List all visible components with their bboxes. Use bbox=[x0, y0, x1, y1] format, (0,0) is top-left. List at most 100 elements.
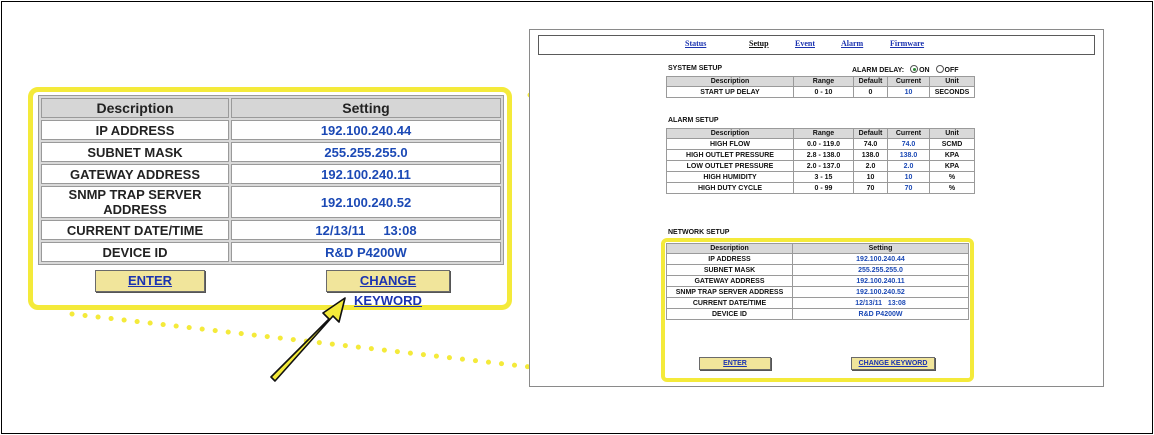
row-label: IP ADDRESS bbox=[41, 120, 229, 140]
col-description: Description bbox=[666, 76, 794, 87]
cell-current[interactable]: 2.0 bbox=[887, 160, 930, 172]
row-label: SUBNET MASK bbox=[41, 142, 229, 162]
cell-setting[interactable]: R&D P4200W bbox=[792, 308, 969, 320]
alarm-delay-off-radio[interactable] bbox=[935, 65, 944, 73]
setup-page-screenshot: Status Setup Event Alarm Firmware SYSTEM… bbox=[529, 29, 1104, 387]
table-row: HIGH FLOW 0.0 - 119.0 74.0 74.0 SCMD bbox=[666, 138, 975, 150]
nav-link-firmware[interactable]: Firmware bbox=[890, 39, 924, 48]
table-row: IP ADDRESS 192.100.240.44 bbox=[666, 253, 969, 265]
alarm-delay-off-label: OFF bbox=[944, 67, 959, 74]
nav-link-status[interactable]: Status bbox=[685, 39, 706, 48]
col-unit: Unit bbox=[929, 76, 975, 87]
cell-description: SUBNET MASK bbox=[666, 264, 793, 276]
cell-unit: % bbox=[929, 182, 975, 194]
cell-setting[interactable]: 192.100.240.44 bbox=[792, 253, 969, 265]
cell-range: 0 - 10 bbox=[793, 86, 854, 98]
cell-default: 70 bbox=[853, 182, 888, 194]
col-setting: Setting bbox=[792, 243, 969, 254]
cell-current[interactable]: 138.0 bbox=[887, 149, 930, 161]
snmp-trap-server-value[interactable]: 192.100.240.52 bbox=[231, 186, 501, 218]
alarm-delay-on-radio[interactable] bbox=[910, 65, 919, 73]
row-label: GATEWAY ADDRESS bbox=[41, 164, 229, 184]
cell-description: LOW OUTLET PRESSURE bbox=[666, 160, 794, 172]
mini-enter-button[interactable]: ENTER bbox=[699, 357, 771, 370]
alarm-setup-title: ALARM SETUP bbox=[668, 117, 719, 124]
cell-default: 74.0 bbox=[853, 138, 888, 150]
col-unit: Unit bbox=[929, 128, 975, 139]
mini-change-keyword-button[interactable]: CHANGE KEYWORD bbox=[851, 357, 935, 370]
table-row: START UP DELAY 0 - 10 0 10 SECONDS bbox=[666, 86, 975, 98]
row-label: SNMP TRAP SERVER ADDRESS bbox=[41, 186, 229, 218]
time-value: 13:08 bbox=[383, 222, 417, 238]
cell-default: 2.0 bbox=[853, 160, 888, 172]
cell-setting[interactable]: 192.100.240.52 bbox=[792, 286, 969, 298]
cell-default: 0 bbox=[853, 86, 888, 98]
alarm-delay-on-label: ON bbox=[919, 67, 930, 74]
col-range: Range bbox=[793, 76, 854, 87]
cell-default: 10 bbox=[853, 171, 888, 183]
cell-setting[interactable]: 12/13/11 13:08 bbox=[792, 297, 969, 309]
nav-link-setup[interactable]: Setup bbox=[749, 39, 769, 48]
table-row: SNMP TRAP SERVER ADDRESS 192.100.240.52 bbox=[41, 186, 501, 218]
table-row: SNMP TRAP SERVER ADDRESS 192.100.240.52 bbox=[666, 286, 969, 298]
table-row: HIGH OUTLET PRESSURE 2.8 - 138.0 138.0 1… bbox=[666, 149, 975, 161]
cell-description: HIGH OUTLET PRESSURE bbox=[666, 149, 794, 161]
alarm-setup-table: Description Range Default Current Unit H… bbox=[666, 128, 975, 194]
col-description: Description bbox=[666, 243, 793, 254]
gateway-address-value[interactable]: 192.100.240.11 bbox=[231, 164, 501, 184]
cell-description: DEVICE ID bbox=[666, 308, 793, 320]
zoomed-network-table: Description Setting IP ADDRESS 192.100.2… bbox=[38, 95, 504, 265]
current-datetime-value[interactable]: 12/13/11 13:08 bbox=[231, 220, 501, 240]
cell-setting[interactable]: 192.100.240.11 bbox=[792, 275, 969, 287]
cell-description: SNMP TRAP SERVER ADDRESS bbox=[666, 286, 793, 298]
alarm-delay-control: ALARM DELAY: ON OFF bbox=[852, 65, 959, 74]
cell-description: HIGH FLOW bbox=[666, 138, 794, 150]
row-label: CURRENT DATE/TIME bbox=[41, 220, 229, 240]
nav-bar: Status Setup Event Alarm Firmware bbox=[538, 35, 1095, 55]
row-label: DEVICE ID bbox=[41, 242, 229, 262]
cell-range: 2.8 - 138.0 bbox=[793, 149, 854, 161]
cell-current[interactable]: 10 bbox=[887, 86, 930, 98]
cell-current[interactable]: 70 bbox=[887, 182, 930, 194]
table-row: SUBNET MASK 255.255.255.0 bbox=[41, 142, 501, 162]
zoomed-network-setup-panel: Description Setting IP ADDRESS 192.100.2… bbox=[28, 87, 512, 310]
ip-address-value[interactable]: 192.100.240.44 bbox=[231, 120, 501, 140]
col-current: Current bbox=[887, 76, 930, 87]
cell-description: START UP DELAY bbox=[666, 86, 794, 98]
cell-description: GATEWAY ADDRESS bbox=[666, 275, 793, 287]
subnet-mask-value[interactable]: 255.255.255.0 bbox=[231, 142, 501, 162]
table-row: DEVICE ID R&D P4200W bbox=[41, 242, 501, 262]
col-range: Range bbox=[793, 128, 854, 139]
col-current: Current bbox=[887, 128, 930, 139]
cell-unit: % bbox=[929, 171, 975, 183]
table-row: HIGH DUTY CYCLE 0 - 99 70 70 % bbox=[666, 182, 975, 194]
table-row: CURRENT DATE/TIME 12/13/11 13:08 bbox=[666, 297, 969, 309]
col-default: Default bbox=[853, 76, 888, 87]
cell-description: IP ADDRESS bbox=[666, 253, 793, 265]
table-row: HIGH HUMIDITY 3 - 15 10 10 % bbox=[666, 171, 975, 183]
device-id-value[interactable]: R&D P4200W bbox=[231, 242, 501, 262]
cell-unit: SCMD bbox=[929, 138, 975, 150]
table-row: GATEWAY ADDRESS 192.100.240.11 bbox=[666, 275, 969, 287]
cell-default: 138.0 bbox=[853, 149, 888, 161]
col-default: Default bbox=[853, 128, 888, 139]
table-row: DEVICE ID R&D P4200W bbox=[666, 308, 969, 320]
network-setup-highlight: Description Setting IP ADDRESS 192.100.2… bbox=[661, 238, 974, 382]
system-setup-title: SYSTEM SETUP bbox=[668, 65, 723, 72]
cell-range: 2.0 - 137.0 bbox=[793, 160, 854, 172]
alarm-delay-label: ALARM DELAY: bbox=[852, 67, 905, 74]
network-setup-table: Description Setting IP ADDRESS 192.100.2… bbox=[666, 243, 969, 320]
enter-button[interactable]: ENTER bbox=[95, 270, 205, 292]
cell-unit: KPA bbox=[929, 160, 975, 172]
nav-link-alarm[interactable]: Alarm bbox=[841, 39, 863, 48]
cell-current[interactable]: 10 bbox=[887, 171, 930, 183]
cell-current[interactable]: 74.0 bbox=[887, 138, 930, 150]
change-keyword-button[interactable]: CHANGE KEYWORD bbox=[326, 270, 450, 308]
system-setup-table: Description Range Default Current Unit S… bbox=[666, 76, 975, 98]
nav-link-event[interactable]: Event bbox=[795, 39, 815, 48]
cell-range: 0 - 99 bbox=[793, 182, 854, 194]
cell-range: 3 - 15 bbox=[793, 171, 854, 183]
cell-description: CURRENT DATE/TIME bbox=[666, 297, 793, 309]
network-setup-title: NETWORK SETUP bbox=[668, 229, 730, 236]
cell-setting[interactable]: 255.255.255.0 bbox=[792, 264, 969, 276]
